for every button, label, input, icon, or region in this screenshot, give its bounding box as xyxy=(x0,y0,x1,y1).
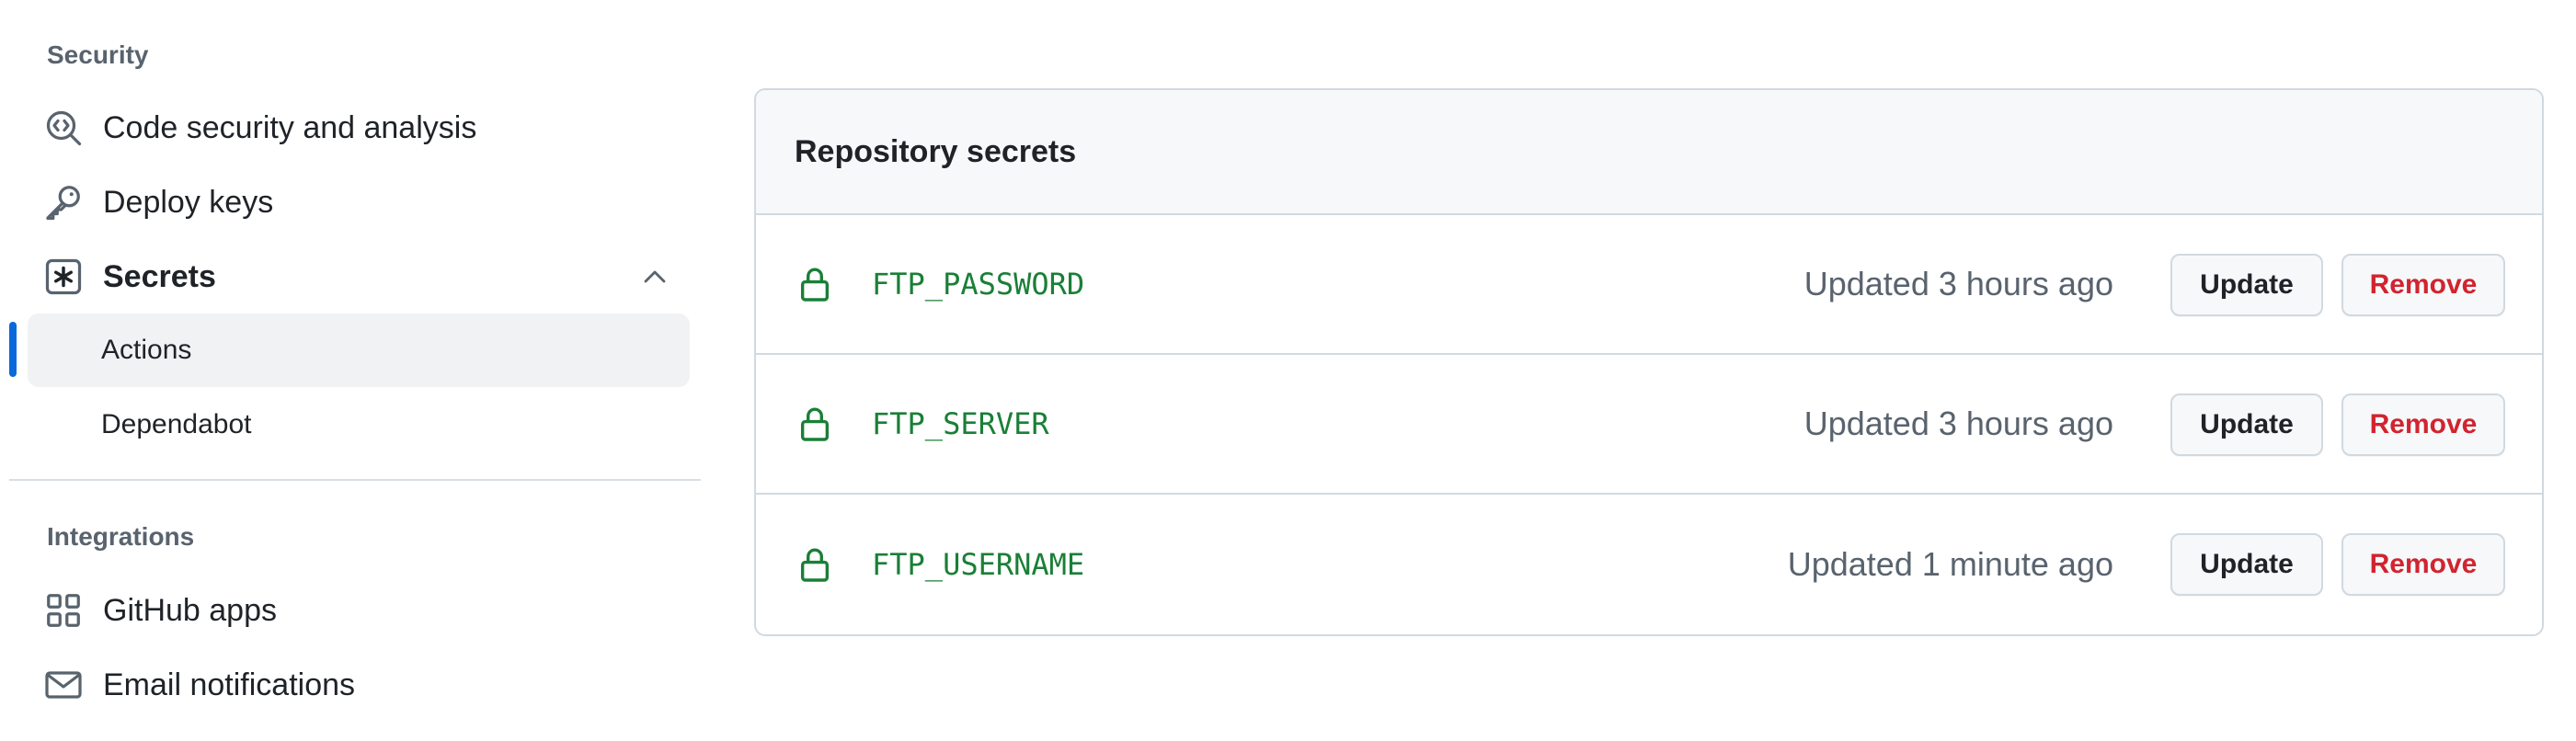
sidebar-item-deploy-keys[interactable]: Deploy keys xyxy=(28,165,690,239)
sidebar-item-label: Dependabot xyxy=(101,409,252,439)
lock-icon xyxy=(796,544,833,585)
update-button[interactable]: Update xyxy=(2170,533,2323,596)
secret-row: FTP_SERVER Updated 3 hours ago Update Re… xyxy=(756,355,2542,495)
sidebar-item-email-notifications[interactable]: Email notifications xyxy=(28,648,690,722)
sidebar-item-dependabot[interactable]: Dependabot xyxy=(28,388,690,462)
settings-sidebar: Security Code security and analysis Depl… xyxy=(9,0,701,741)
active-indicator xyxy=(9,322,17,377)
asterisk-icon xyxy=(44,257,83,296)
update-button[interactable]: Update xyxy=(2170,393,2323,456)
panel-title: Repository secrets xyxy=(795,133,1077,169)
secret-updated-time: Updated 1 minute ago xyxy=(1787,545,2113,583)
remove-button[interactable]: Remove xyxy=(2341,533,2505,596)
sidebar-item-label: GitHub apps xyxy=(103,592,277,628)
sidebar-item-label: Code security and analysis xyxy=(103,109,477,145)
secret-row: FTP_USERNAME Updated 1 minute ago Update… xyxy=(756,495,2542,634)
lock-icon xyxy=(796,264,833,304)
secret-updated-time: Updated 3 hours ago xyxy=(1803,265,2113,302)
chevron-up-icon[interactable] xyxy=(638,260,671,293)
remove-button[interactable]: Remove xyxy=(2341,393,2505,456)
integrations-section-heading: Integrations xyxy=(47,522,195,551)
sidebar-item-label: Email notifications xyxy=(103,667,356,702)
update-button[interactable]: Update xyxy=(2170,254,2323,316)
security-section-heading: Security xyxy=(47,40,149,69)
remove-button[interactable]: Remove xyxy=(2341,254,2505,316)
codescan-icon xyxy=(44,108,83,147)
secret-row: FTP_PASSWORD Updated 3 hours ago Update … xyxy=(756,215,2542,355)
sidebar-item-github-apps[interactable]: GitHub apps xyxy=(28,574,690,647)
sidebar-item-code-security[interactable]: Code security and analysis xyxy=(28,91,690,165)
sidebar-item-label: Actions xyxy=(101,335,192,365)
apps-icon xyxy=(44,591,83,630)
sidebar-item-actions[interactable]: Actions xyxy=(28,314,690,387)
secret-name: FTP_SERVER xyxy=(872,406,1049,441)
sidebar-item-secrets[interactable]: Secrets xyxy=(28,240,690,314)
mail-icon xyxy=(44,666,83,704)
secret-name: FTP_PASSWORD xyxy=(872,267,1085,302)
key-icon xyxy=(44,183,83,222)
secret-updated-time: Updated 3 hours ago xyxy=(1803,405,2113,442)
sidebar-item-label: Secrets xyxy=(103,258,216,294)
repository-secrets-panel: Repository secrets FTP_PASSWORD Updated … xyxy=(754,88,2544,636)
panel-header: Repository secrets xyxy=(756,90,2542,215)
lock-icon xyxy=(796,404,833,444)
sidebar-item-label: Deploy keys xyxy=(103,184,274,220)
secret-name: FTP_USERNAME xyxy=(872,547,1085,582)
sidebar-divider xyxy=(9,479,701,481)
